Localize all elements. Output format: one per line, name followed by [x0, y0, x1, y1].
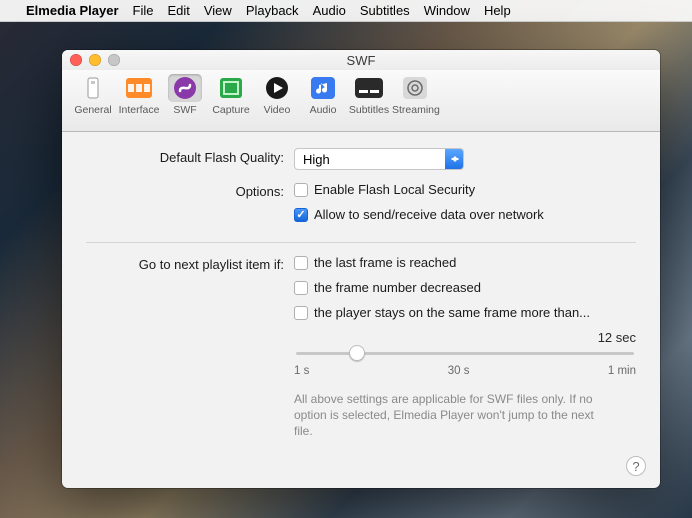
tab-label: Audio [300, 104, 346, 116]
checkbox-label: Allow to send/receive data over network [314, 207, 544, 222]
frame-delay-slider[interactable] [296, 345, 634, 361]
menu-file[interactable]: File [133, 3, 154, 18]
tab-swf[interactable]: SWF [162, 74, 208, 116]
audio-icon [306, 74, 340, 102]
capture-icon [214, 74, 248, 102]
checkbox-flash-local-security[interactable]: Enable Flash Local Security [294, 182, 636, 197]
checkbox-label: the player stays on the same frame more … [314, 305, 590, 320]
divider [86, 242, 636, 243]
preferences-window: SWF General Interface SWF Capture [62, 50, 660, 488]
checkbox-network-data[interactable]: Allow to send/receive data over network [294, 207, 636, 222]
slider-value-label: 12 sec [294, 330, 636, 345]
checkbox-same-frame[interactable]: the player stays on the same frame more … [294, 305, 636, 320]
menu-view[interactable]: View [204, 3, 232, 18]
quality-label: Default Flash Quality: [86, 148, 294, 165]
tab-label: SWF [162, 104, 208, 116]
preferences-content: Default Flash Quality: High Options: Ena… [62, 132, 660, 488]
tab-label: Streaming [392, 104, 438, 116]
minimize-icon[interactable] [89, 54, 101, 66]
general-icon [76, 74, 110, 102]
slider-rail [296, 352, 634, 355]
swf-icon [168, 74, 202, 102]
quality-select[interactable]: High [294, 148, 464, 170]
tab-label: Video [254, 104, 300, 116]
checkbox-label: the last frame is reached [314, 255, 456, 270]
subtitles-icon [352, 74, 386, 102]
tick-label: 1 s [294, 365, 309, 377]
slider-thumb[interactable] [349, 345, 365, 361]
tab-label: Subtitles [346, 104, 392, 116]
options-label: Options: [86, 182, 294, 199]
menu-audio[interactable]: Audio [313, 3, 346, 18]
checkbox-icon [294, 208, 308, 222]
window-titlebar[interactable]: SWF [62, 50, 660, 70]
tab-video[interactable]: Video [254, 74, 300, 116]
streaming-icon [398, 74, 432, 102]
menu-window[interactable]: Window [424, 3, 470, 18]
menu-help[interactable]: Help [484, 3, 511, 18]
menu-edit[interactable]: Edit [167, 3, 189, 18]
tab-audio[interactable]: Audio [300, 74, 346, 116]
settings-note: All above settings are applicable for SW… [294, 391, 604, 440]
close-icon[interactable] [70, 54, 82, 66]
checkbox-frame-decreased[interactable]: the frame number decreased [294, 280, 636, 295]
tab-subtitles[interactable]: Subtitles [346, 74, 392, 116]
menu-playback[interactable]: Playback [246, 3, 299, 18]
interface-icon [122, 74, 156, 102]
checkbox-label: the frame number decreased [314, 280, 481, 295]
checkbox-icon [294, 183, 308, 197]
app-menu[interactable]: Elmedia Player [26, 3, 119, 18]
system-menubar: Elmedia Player File Edit View Playback A… [0, 0, 692, 22]
checkbox-last-frame[interactable]: the last frame is reached [294, 255, 636, 270]
checkbox-icon [294, 256, 308, 270]
tab-general[interactable]: General [70, 74, 116, 116]
zoom-icon[interactable] [108, 54, 120, 66]
tab-interface[interactable]: Interface [116, 74, 162, 116]
video-icon [260, 74, 294, 102]
tick-label: 1 min [608, 365, 636, 377]
tab-label: Capture [208, 104, 254, 116]
window-title: SWF [62, 53, 660, 68]
help-button[interactable]: ? [626, 456, 646, 476]
tab-label: General [70, 104, 116, 116]
tab-streaming[interactable]: Streaming [392, 74, 438, 116]
checkbox-icon [294, 306, 308, 320]
preferences-toolbar: General Interface SWF Capture Video [62, 70, 660, 132]
checkbox-label: Enable Flash Local Security [314, 182, 475, 197]
slider-ticks: 1 s 30 s 1 min [294, 365, 636, 377]
tab-label: Interface [116, 104, 162, 116]
tick-label: 30 s [448, 365, 470, 377]
tab-capture[interactable]: Capture [208, 74, 254, 116]
checkbox-icon [294, 281, 308, 295]
menu-subtitles[interactable]: Subtitles [360, 3, 410, 18]
playlist-label: Go to next playlist item if: [86, 255, 294, 272]
